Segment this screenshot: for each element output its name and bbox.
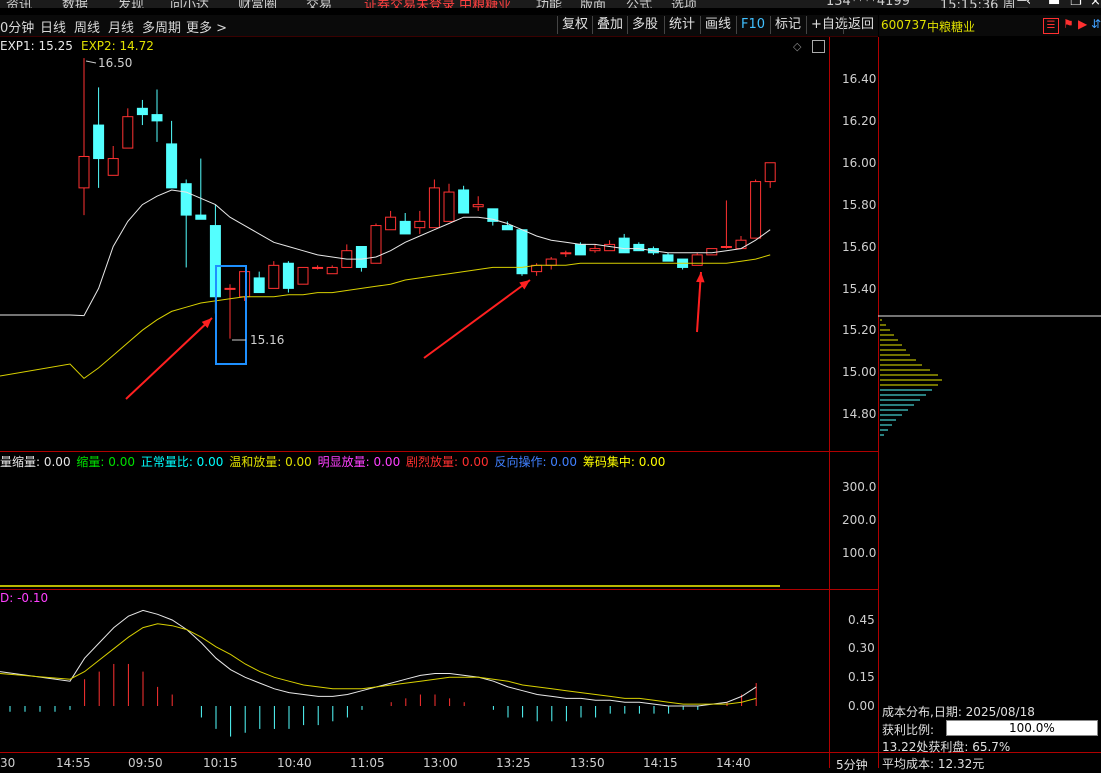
macd-tick: 0.30 bbox=[848, 641, 875, 655]
candle-down bbox=[253, 277, 265, 294]
candle-up bbox=[414, 220, 426, 229]
profit-ratio-value: 100.0% bbox=[1009, 721, 1055, 735]
candle-up bbox=[560, 252, 572, 255]
profit-ratio-label: 获利比例: bbox=[882, 723, 935, 737]
chip-date: 成本分布,日期: 2025/08/18 bbox=[882, 705, 1035, 719]
candle-down bbox=[662, 254, 674, 262]
candle-up bbox=[78, 155, 90, 189]
volume-legend: 量缩量: 0.00 缩量: 0.00 正常量比: 0.00 温和放量: 0.00… bbox=[0, 453, 665, 470]
exp2-line bbox=[0, 254, 771, 380]
macd-label: D: -0.10 bbox=[0, 591, 49, 605]
candle-up bbox=[706, 248, 718, 256]
legend-item: 反向操作: 0.00 bbox=[494, 455, 578, 469]
red-arrow-head bbox=[696, 272, 705, 283]
candle-up bbox=[764, 162, 776, 183]
profit-at-price: 13.22处获利盘: 65.7% bbox=[882, 740, 1011, 754]
price-tick: 15.20 bbox=[842, 323, 877, 337]
chart-canvas bbox=[0, 37, 1101, 768]
macd-tick: 0.00 bbox=[848, 699, 875, 713]
candle-up bbox=[326, 266, 338, 275]
candle-down bbox=[282, 262, 294, 289]
legend-item: 量缩量: 0.00 bbox=[0, 455, 71, 469]
legend-item: 明显放量: 0.00 bbox=[317, 455, 401, 469]
candle-down bbox=[355, 246, 367, 268]
exp1-label: EXP1: 15.25 bbox=[0, 39, 73, 53]
candle-up bbox=[224, 287, 236, 290]
volume-tick: 300.0 bbox=[842, 480, 877, 494]
legend-item: 筹码集中: 0.00 bbox=[582, 455, 666, 469]
volume-tick: 100.0 bbox=[842, 546, 877, 560]
price-tick: 14.80 bbox=[842, 407, 877, 421]
candle-up bbox=[691, 254, 703, 266]
candle-up bbox=[107, 158, 119, 176]
candle-down bbox=[399, 220, 411, 235]
candle-down bbox=[136, 107, 148, 116]
candle-down bbox=[166, 143, 178, 189]
red-arrow bbox=[125, 317, 213, 400]
candle-up bbox=[735, 239, 747, 250]
volume-tick: 200.0 bbox=[842, 513, 877, 527]
candle-down bbox=[93, 124, 105, 160]
candle-up bbox=[297, 266, 309, 285]
candle-down bbox=[501, 225, 513, 231]
candle-down bbox=[618, 237, 630, 254]
candle-up bbox=[312, 266, 324, 269]
window-toggle-icon[interactable] bbox=[812, 40, 825, 53]
candle-down bbox=[195, 214, 207, 220]
average-cost: 平均成本: 12.32元 bbox=[882, 757, 985, 771]
legend-item: 温和放量: 0.00 bbox=[229, 455, 312, 469]
price-tick: 15.60 bbox=[842, 240, 877, 254]
candle-up bbox=[443, 191, 455, 222]
candle-up bbox=[385, 216, 397, 231]
candle-down bbox=[180, 183, 192, 216]
candle-up bbox=[122, 116, 134, 149]
price-tick: 16.00 bbox=[842, 156, 877, 170]
candle-up bbox=[239, 271, 251, 298]
legend-item: 正常量比: 0.00 bbox=[140, 455, 224, 469]
price-tick: 15.80 bbox=[842, 198, 877, 212]
high-price-pointer bbox=[85, 60, 97, 64]
macd-tick: 0.15 bbox=[848, 670, 875, 684]
diamond-icon[interactable]: ◇ bbox=[793, 40, 801, 53]
candle-down bbox=[574, 243, 586, 256]
price-tick: 15.40 bbox=[842, 282, 877, 296]
red-arrow-head bbox=[519, 280, 530, 290]
macd-tick: 0.45 bbox=[848, 613, 875, 627]
candle-up bbox=[589, 248, 601, 252]
candle-up bbox=[472, 204, 484, 208]
candle-down bbox=[151, 114, 163, 122]
candle-down bbox=[458, 189, 470, 214]
price-tick: 16.40 bbox=[842, 72, 877, 86]
candle-up bbox=[604, 243, 616, 252]
low-price-label: 15.16 bbox=[250, 333, 285, 347]
red-arrow bbox=[423, 279, 531, 359]
legend-item: 剧烈放量: 0.00 bbox=[406, 455, 489, 469]
profit-ratio-bar: 100.0% bbox=[946, 720, 1098, 736]
candle-up bbox=[428, 187, 440, 229]
candle-down bbox=[633, 243, 645, 252]
high-price-label: 16.50 bbox=[98, 56, 133, 70]
candle-up bbox=[268, 264, 280, 289]
price-tick: 15.00 bbox=[842, 365, 877, 379]
period-indicator[interactable]: 5分钟 bbox=[836, 756, 868, 773]
price-tick: 16.20 bbox=[842, 114, 877, 128]
exp2-label: EXP2: 14.72 bbox=[81, 39, 154, 53]
candle-up bbox=[720, 246, 732, 248]
candle-up bbox=[545, 258, 557, 266]
candle-up bbox=[750, 181, 762, 239]
legend-item: 缩量: 0.00 bbox=[76, 455, 135, 469]
